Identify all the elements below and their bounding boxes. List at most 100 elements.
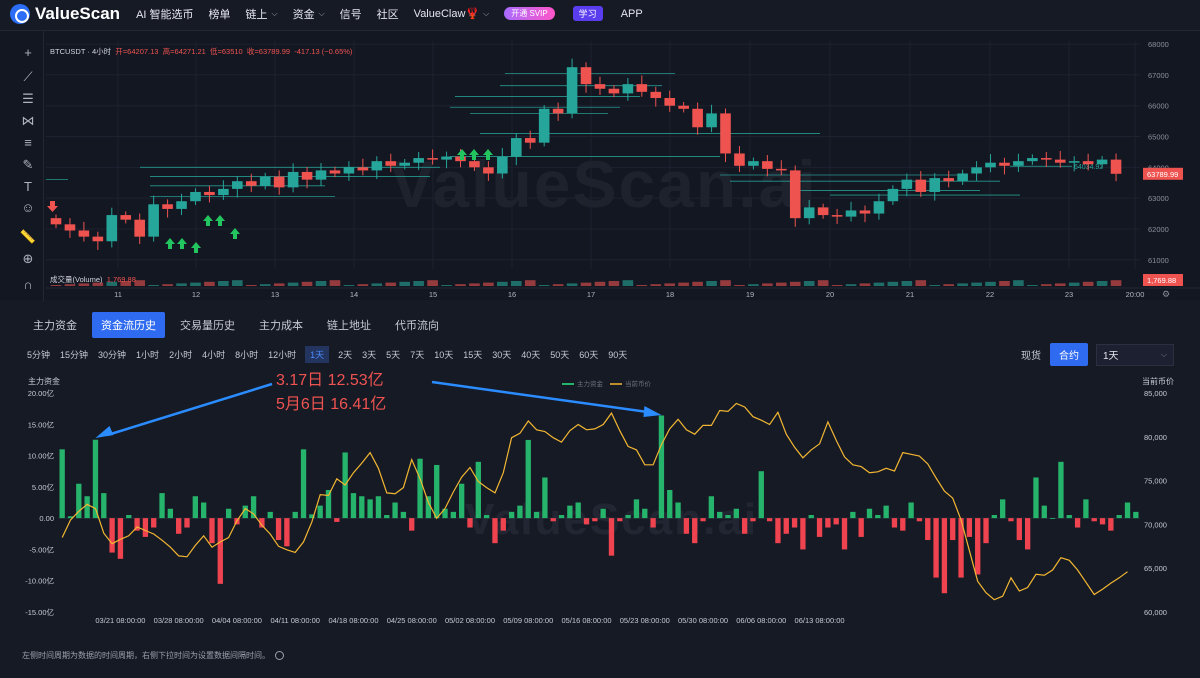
tab-5[interactable]: 代币流向 bbox=[386, 312, 448, 338]
info-icon[interactable] bbox=[275, 651, 284, 660]
interval-12[interactable]: 7天 bbox=[409, 346, 425, 363]
svip-button[interactable]: 开通 SVIP bbox=[504, 7, 555, 20]
logo[interactable]: ValueScan bbox=[10, 3, 136, 24]
interval-10[interactable]: 3天 bbox=[361, 346, 377, 363]
volume-bar bbox=[803, 281, 815, 286]
tab-2[interactable]: 交易量历史 bbox=[171, 312, 244, 338]
volume-bar bbox=[371, 283, 383, 286]
volume-bar bbox=[483, 282, 494, 286]
flow-bar bbox=[300, 449, 307, 519]
interval-4[interactable]: 2小时 bbox=[168, 346, 193, 363]
flow-bar bbox=[59, 449, 65, 519]
buy-arrow-icon bbox=[483, 149, 493, 160]
candle-body bbox=[1082, 161, 1094, 165]
flow-bar bbox=[225, 508, 232, 519]
nav-ai-select[interactable]: AI 智能选币 bbox=[136, 6, 193, 22]
volume-bar bbox=[762, 283, 773, 286]
nav-rankings[interactable]: 榜单 bbox=[209, 6, 231, 22]
candle-body bbox=[190, 191, 201, 202]
flow-bar bbox=[367, 499, 373, 519]
nav-valueclaw[interactable]: ValueClaw🦞 ⌵ bbox=[414, 7, 490, 20]
tab-4[interactable]: 链上地址 bbox=[318, 312, 380, 338]
flow-bar bbox=[1024, 518, 1031, 550]
interval-17[interactable]: 50天 bbox=[549, 346, 570, 363]
interval-2[interactable]: 30分钟 bbox=[97, 346, 127, 363]
interval-14[interactable]: 15天 bbox=[462, 346, 483, 363]
nav-app[interactable]: APP bbox=[621, 8, 643, 20]
interval-16[interactable]: 40天 bbox=[520, 346, 541, 363]
flow-bar bbox=[833, 518, 839, 525]
candle-body bbox=[357, 167, 369, 171]
candle-body bbox=[929, 178, 941, 192]
flow-bar bbox=[359, 496, 365, 519]
interval-5[interactable]: 4小时 bbox=[201, 346, 226, 363]
period-select[interactable]: 1天 ⌵ bbox=[1096, 343, 1174, 366]
nav-community[interactable]: 社区 bbox=[377, 6, 399, 22]
flow-bar bbox=[875, 515, 881, 519]
candle-body bbox=[441, 156, 452, 160]
right-tick-label: 70,000 bbox=[1144, 520, 1167, 529]
interval-15[interactable]: 30天 bbox=[491, 346, 512, 363]
kline-chart[interactable]: 6800067000660006500064000630006200061000… bbox=[0, 31, 1200, 301]
volume-bar bbox=[190, 282, 201, 286]
spot-button[interactable]: 现货 bbox=[1012, 343, 1050, 366]
candle-body bbox=[985, 162, 996, 168]
interval-7[interactable]: 12小时 bbox=[267, 346, 297, 363]
interval-13[interactable]: 10天 bbox=[433, 346, 454, 363]
annotation-arrowhead-icon bbox=[95, 426, 114, 438]
interval-0[interactable]: 5分钟 bbox=[26, 346, 51, 363]
buy-arrow-icon bbox=[215, 215, 225, 226]
interval-3[interactable]: 1小时 bbox=[135, 346, 160, 363]
futures-button[interactable]: 合约 bbox=[1050, 343, 1088, 366]
flow-bar bbox=[184, 518, 190, 528]
candle-body bbox=[1013, 161, 1024, 166]
candle-body bbox=[399, 162, 411, 166]
x-tick-label: 03/21 08:00:00 bbox=[95, 616, 145, 625]
flow-bar bbox=[325, 489, 332, 519]
nav-onchain[interactable]: 链上 ⌵ bbox=[246, 6, 278, 22]
tab-1[interactable]: 资金流历史 bbox=[92, 312, 165, 338]
interval-6[interactable]: 8小时 bbox=[234, 346, 259, 363]
interval-18[interactable]: 60天 bbox=[578, 346, 599, 363]
volume-bar bbox=[622, 280, 634, 286]
tab-3[interactable]: 主力成本 bbox=[250, 312, 312, 338]
volume-bar bbox=[706, 281, 717, 286]
candle-body bbox=[315, 170, 327, 180]
flow-bar bbox=[234, 518, 240, 525]
market-type-switch: 现货 合约 1天 ⌵ bbox=[1012, 343, 1174, 366]
date-tick-label: 20 bbox=[826, 290, 834, 299]
flow-bar bbox=[983, 518, 989, 544]
interval-8[interactable]: 1天 bbox=[305, 346, 330, 363]
interval-9[interactable]: 2天 bbox=[337, 346, 353, 363]
volume-bar bbox=[399, 281, 411, 286]
volume-legend: 成交量(Volume) 1,769.88 bbox=[50, 275, 136, 284]
interval-1[interactable]: 15分钟 bbox=[59, 346, 89, 363]
candle-body bbox=[915, 179, 927, 192]
volume-bar bbox=[134, 280, 145, 286]
x-tick-label: 06/13 08:00:00 bbox=[795, 616, 845, 625]
candle-body bbox=[64, 224, 76, 231]
buy-arrow-icon bbox=[469, 149, 479, 160]
candle-body bbox=[232, 181, 243, 189]
flow-bar bbox=[1000, 499, 1006, 519]
annotation-arrow bbox=[107, 382, 273, 437]
date-tick-label: 11 bbox=[114, 290, 122, 299]
candle-body bbox=[162, 204, 173, 209]
volume-bar bbox=[1082, 281, 1094, 286]
interval-11[interactable]: 5天 bbox=[385, 346, 401, 363]
study-button[interactable]: 学习 bbox=[572, 6, 603, 21]
flow-bar bbox=[933, 518, 939, 578]
candle-body bbox=[50, 218, 62, 225]
nav-funds[interactable]: 资金 ⌵ bbox=[293, 6, 325, 22]
nav-signals[interactable]: 信号 bbox=[340, 6, 362, 22]
candle-body bbox=[678, 105, 689, 109]
volume-bar bbox=[608, 281, 620, 286]
flow-bar bbox=[317, 505, 323, 519]
flow-bar bbox=[459, 483, 465, 519]
candle-body bbox=[427, 158, 438, 160]
volume-bar bbox=[413, 281, 424, 286]
flow-bar bbox=[101, 493, 107, 519]
volume-bar bbox=[343, 285, 355, 286]
tab-0[interactable]: 主力资金 bbox=[24, 312, 86, 338]
interval-19[interactable]: 90天 bbox=[607, 346, 628, 363]
